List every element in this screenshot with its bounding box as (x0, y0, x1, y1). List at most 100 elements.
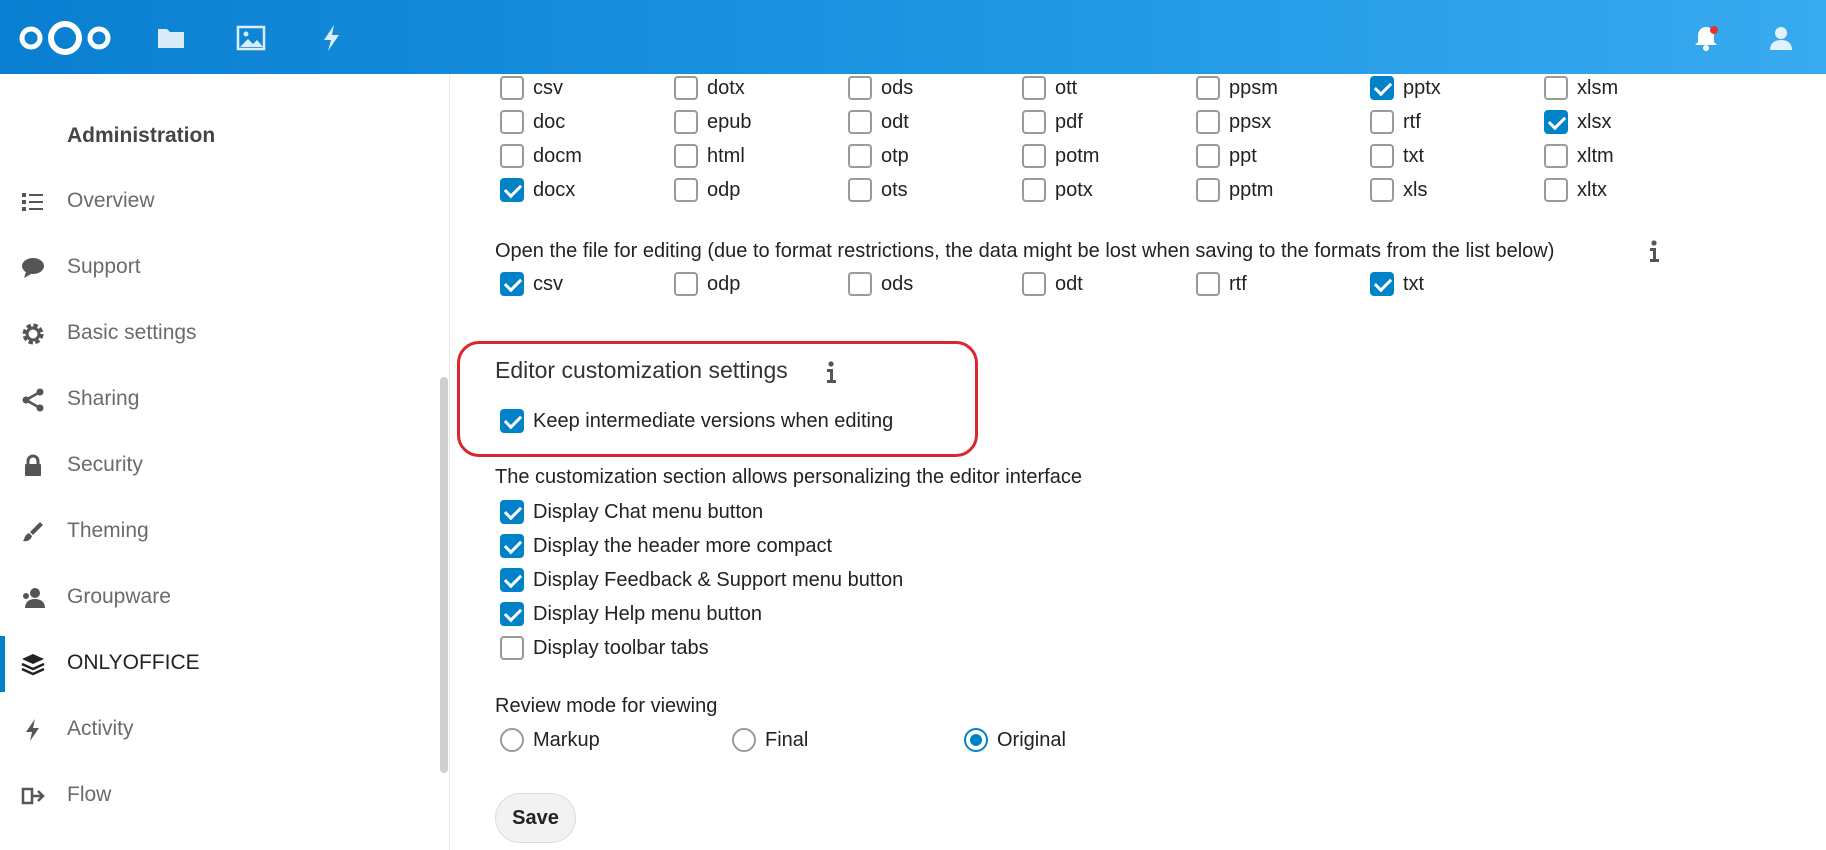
format-checkbox[interactable]: txt (1370, 269, 1510, 299)
radio-dot[interactable] (732, 728, 756, 752)
checkbox-box[interactable] (500, 76, 524, 100)
format-checkbox[interactable]: pdf (1022, 107, 1162, 137)
checkbox-box[interactable] (1022, 76, 1046, 100)
format-checkbox[interactable]: docx (500, 175, 640, 205)
format-checkbox[interactable]: ppsm (1196, 73, 1336, 103)
format-checkbox[interactable]: ppt (1196, 141, 1336, 171)
format-checkbox[interactable]: ods (848, 269, 988, 299)
checkbox-box[interactable] (674, 178, 698, 202)
toolbar-tabs-checkbox[interactable]: Display toolbar tabs (500, 633, 900, 663)
sidebar-item-groupware[interactable]: Groupware (0, 570, 440, 626)
radio-dot[interactable] (964, 728, 988, 752)
format-checkbox[interactable]: odp (674, 175, 814, 205)
review-final-radio[interactable]: Final (732, 725, 882, 755)
checkbox-box[interactable] (674, 272, 698, 296)
format-checkbox[interactable]: ppsx (1196, 107, 1336, 137)
feedback-button-checkbox[interactable]: Display Feedback & Support menu button (500, 565, 940, 595)
checkbox-box[interactable] (500, 534, 524, 558)
sidebar-item-basic-settings[interactable]: Basic settings (0, 306, 440, 362)
user-avatar-icon[interactable] (1765, 22, 1797, 54)
format-checkbox[interactable]: html (674, 141, 814, 171)
format-checkbox[interactable]: ods (848, 73, 988, 103)
format-checkbox[interactable]: csv (500, 73, 640, 103)
checkbox-box[interactable] (500, 568, 524, 592)
notifications-icon[interactable] (1690, 22, 1722, 54)
checkbox-box[interactable] (1370, 272, 1394, 296)
save-button[interactable]: Save (495, 793, 576, 843)
checkbox-box[interactable] (500, 110, 524, 134)
checkbox-box[interactable] (848, 272, 872, 296)
checkbox-box[interactable] (674, 144, 698, 168)
checkbox-box[interactable] (1022, 144, 1046, 168)
sidebar-item-security[interactable]: Security (0, 438, 440, 494)
checkbox-box[interactable] (1370, 76, 1394, 100)
format-checkbox[interactable]: potx (1022, 175, 1162, 205)
format-checkbox[interactable]: ots (848, 175, 988, 205)
checkbox-box[interactable] (1196, 144, 1220, 168)
checkbox-box[interactable] (674, 110, 698, 134)
format-checkbox[interactable]: odt (1022, 269, 1162, 299)
review-markup-radio[interactable]: Markup (500, 725, 650, 755)
checkbox-box[interactable] (848, 110, 872, 134)
format-checkbox[interactable]: xlsx (1544, 107, 1684, 137)
review-original-radio[interactable]: Original (964, 725, 1114, 755)
checkbox-box[interactable] (1544, 144, 1568, 168)
radio-dot[interactable] (500, 728, 524, 752)
format-checkbox[interactable]: dotx (674, 73, 814, 103)
checkbox-box[interactable] (1544, 76, 1568, 100)
sidebar-item-activity[interactable]: Activity (0, 702, 440, 758)
checkbox-box[interactable] (1196, 76, 1220, 100)
help-button-checkbox[interactable]: Display Help menu button (500, 599, 900, 629)
format-checkbox[interactable]: xls (1370, 175, 1510, 205)
keep-versions-checkbox[interactable]: Keep intermediate versions when editing (500, 406, 940, 436)
format-checkbox[interactable]: xltm (1544, 141, 1684, 171)
checkbox-box[interactable] (500, 636, 524, 660)
checkbox-box[interactable] (1370, 178, 1394, 202)
format-checkbox[interactable]: docm (500, 141, 640, 171)
checkbox-box[interactable] (1022, 110, 1046, 134)
checkbox-box[interactable] (848, 144, 872, 168)
format-checkbox[interactable]: pptx (1370, 73, 1510, 103)
info-icon[interactable] (822, 359, 840, 385)
format-checkbox[interactable]: txt (1370, 141, 1510, 171)
checkbox-box[interactable] (848, 76, 872, 100)
checkbox-box[interactable] (500, 272, 524, 296)
checkbox-box[interactable] (500, 144, 524, 168)
sidebar-item-sharing[interactable]: Sharing (0, 372, 440, 428)
format-checkbox[interactable]: xltx (1544, 175, 1684, 205)
format-checkbox[interactable]: pptm (1196, 175, 1336, 205)
checkbox-box[interactable] (1544, 110, 1568, 134)
format-checkbox[interactable]: epub (674, 107, 814, 137)
files-icon[interactable] (155, 22, 187, 54)
checkbox-box[interactable] (1370, 144, 1394, 168)
format-checkbox[interactable]: xlsm (1544, 73, 1684, 103)
checkbox-box[interactable] (1196, 110, 1220, 134)
sidebar-item-theming[interactable]: Theming (0, 504, 440, 560)
sidebar-item-overview[interactable]: Overview (0, 174, 440, 230)
info-icon[interactable] (1645, 238, 1663, 264)
compact-header-checkbox[interactable]: Display the header more compact (500, 531, 900, 561)
checkbox-box[interactable] (1196, 178, 1220, 202)
checkbox-box[interactable] (1022, 272, 1046, 296)
sidebar-item-onlyoffice[interactable]: ONLYOFFICE (0, 636, 440, 692)
format-checkbox[interactable]: odp (674, 269, 814, 299)
format-checkbox[interactable]: otp (848, 141, 988, 171)
format-checkbox[interactable]: potm (1022, 141, 1162, 171)
format-checkbox[interactable]: odt (848, 107, 988, 137)
checkbox-box[interactable] (1370, 110, 1394, 134)
format-checkbox[interactable]: csv (500, 269, 640, 299)
sidebar-scrollbar[interactable] (440, 377, 448, 773)
nextcloud-logo[interactable] (18, 20, 112, 56)
format-checkbox[interactable]: doc (500, 107, 640, 137)
format-checkbox[interactable]: rtf (1196, 269, 1336, 299)
activity-icon[interactable] (316, 22, 348, 54)
chat-button-checkbox[interactable]: Display Chat menu button (500, 497, 900, 527)
checkbox-box[interactable] (500, 602, 524, 626)
checkbox-box[interactable] (674, 76, 698, 100)
checkbox-box[interactable] (500, 178, 524, 202)
format-checkbox[interactable]: rtf (1370, 107, 1510, 137)
photos-icon[interactable] (235, 22, 267, 54)
format-checkbox[interactable]: ott (1022, 73, 1162, 103)
checkbox-box[interactable] (500, 500, 524, 524)
checkbox-box[interactable] (1196, 272, 1220, 296)
